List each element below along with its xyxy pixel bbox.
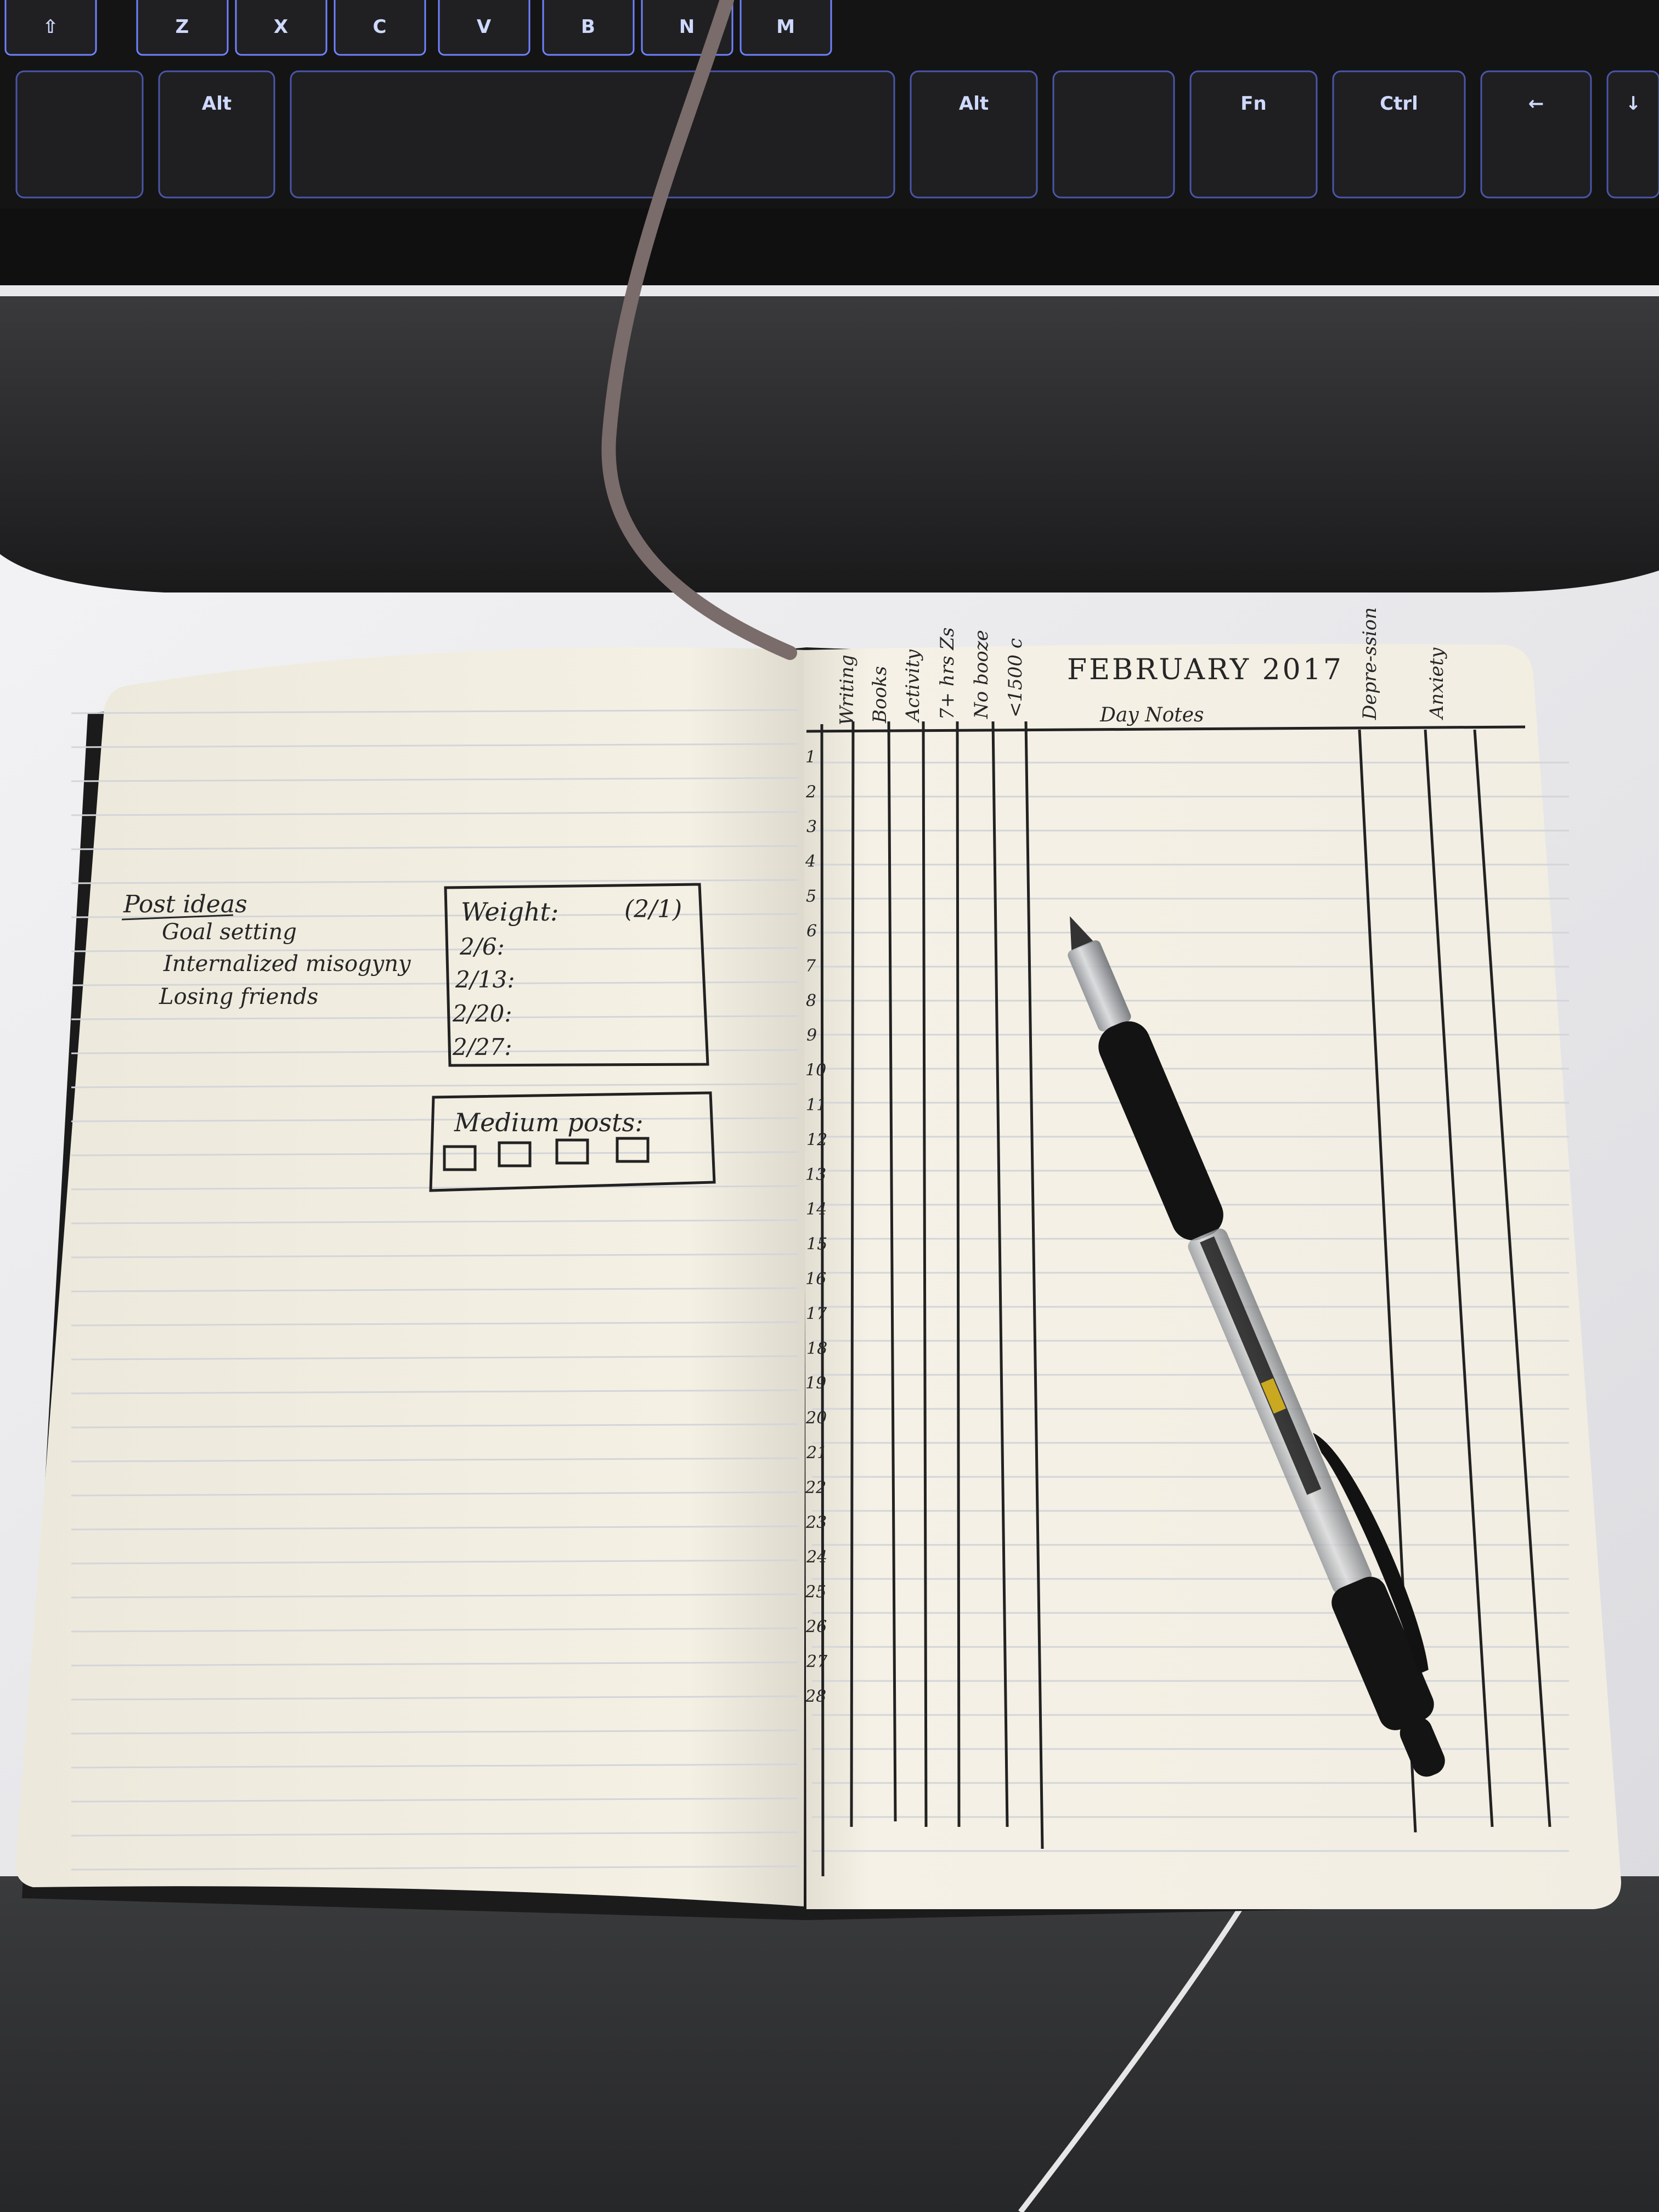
keyboard-key[interactable]: V xyxy=(438,0,531,56)
column-header-writing: Writing xyxy=(836,654,858,725)
day-number: 4 xyxy=(805,852,816,871)
day-number: 20 xyxy=(805,1409,827,1428)
keyboard-key[interactable]: Fn xyxy=(1189,70,1318,199)
key-label: ← xyxy=(1528,93,1544,115)
column-header-depression: Depre-ssion xyxy=(1359,607,1381,720)
floor xyxy=(0,1876,1659,2212)
day-number: 19 xyxy=(805,1374,826,1393)
key-label: Z xyxy=(176,16,189,38)
photo-scene: ⇧ Z X C V B N M Alt Alt Fn Ctrl ← ↓ Post ideas Goal s… xyxy=(0,0,1659,2212)
day-number: 26 xyxy=(805,1617,827,1637)
weight-date: 2/13: xyxy=(455,966,515,993)
key-label: N xyxy=(679,16,695,38)
key-label: Alt xyxy=(959,93,989,115)
keyboard-key[interactable]: ← xyxy=(1480,70,1592,199)
weight-start: (2/1) xyxy=(624,895,682,923)
keyboard: ⇧ Z X C V B N M Alt Alt Fn Ctrl ← ↓ xyxy=(0,0,1659,285)
day-number: 18 xyxy=(806,1339,827,1358)
column-header-anxiety: Anxiety xyxy=(1426,647,1448,720)
keyboard-key[interactable]: Alt xyxy=(158,70,275,199)
post-idea-item: Goal setting xyxy=(162,919,297,945)
key-label: Alt xyxy=(202,93,232,115)
tracker-column-line xyxy=(956,721,961,1827)
day-number: 16 xyxy=(805,1269,826,1289)
day-number: 11 xyxy=(806,1096,827,1115)
key-label: V xyxy=(477,16,492,38)
day-number: 8 xyxy=(806,991,816,1011)
day-number: 17 xyxy=(806,1304,827,1323)
key-label: B xyxy=(581,16,595,38)
weight-date: 2/20: xyxy=(452,1000,512,1027)
day-number: 14 xyxy=(806,1200,827,1219)
keyboard-key[interactable]: ⇧ xyxy=(4,0,97,56)
post-idea-item: Losing friends xyxy=(159,984,318,1009)
day-number: 10 xyxy=(805,1061,826,1080)
day-number: 13 xyxy=(805,1165,826,1184)
post-idea-item: Internalized misogyny xyxy=(163,951,411,977)
month-title: FEBRUARY 2017 xyxy=(1067,653,1344,686)
day-number: 23 xyxy=(805,1513,827,1532)
keyboard-key[interactable] xyxy=(290,70,895,199)
keyboard-key[interactable]: Z xyxy=(136,0,229,56)
column-header-activity: Activity xyxy=(902,649,924,723)
tracker-column-line xyxy=(850,721,855,1827)
day-number: 5 xyxy=(806,887,816,906)
day-number: 9 xyxy=(806,1026,817,1045)
day-notes-label: Day Notes xyxy=(1099,704,1204,726)
key-label: X xyxy=(274,16,288,38)
keyboard-key[interactable]: C xyxy=(334,0,426,56)
keyboard-key[interactable] xyxy=(15,70,144,199)
day-number: 6 xyxy=(806,922,817,941)
column-header-no-booze: No booze xyxy=(970,630,992,719)
day-number: 25 xyxy=(805,1583,826,1602)
keyboard-key[interactable] xyxy=(1052,70,1175,199)
day-number: 2 xyxy=(805,782,816,802)
medium-posts-title: Medium posts: xyxy=(454,1108,644,1137)
day-number: 21 xyxy=(806,1443,827,1463)
wrist-rest xyxy=(0,296,1659,592)
day-number: 7 xyxy=(805,956,816,975)
key-label: Ctrl xyxy=(1380,93,1418,115)
keyboard-key[interactable]: Ctrl xyxy=(1332,70,1466,199)
weight-date: 2/6: xyxy=(459,933,505,960)
column-header-sleep: 7+ hrs Zs xyxy=(936,628,958,720)
key-label: Fn xyxy=(1240,93,1266,115)
keyboard-key[interactable]: B xyxy=(542,0,635,56)
column-header-calories: <1500 c xyxy=(1005,638,1026,718)
keyboard-key[interactable]: X xyxy=(235,0,328,56)
left-page xyxy=(15,647,806,1906)
day-number: 1 xyxy=(805,748,816,767)
day-number: 12 xyxy=(806,1130,827,1149)
day-number: 24 xyxy=(806,1548,827,1567)
day-number: 22 xyxy=(805,1478,826,1497)
key-label: M xyxy=(776,16,795,38)
keyboard-key[interactable]: ↓ xyxy=(1606,70,1659,199)
weight-date: 2/27: xyxy=(452,1034,512,1060)
column-header-books: Books xyxy=(869,666,891,724)
day-number: 15 xyxy=(806,1235,827,1254)
day-number: 28 xyxy=(805,1687,826,1706)
keyboard-key[interactable]: Alt xyxy=(910,70,1038,199)
day-number: 27 xyxy=(806,1652,828,1671)
keyboard-key[interactable]: M xyxy=(740,0,832,56)
day-number: 3 xyxy=(806,817,817,837)
post-ideas-title: Post ideas xyxy=(123,890,247,918)
weight-title: Weight: xyxy=(461,897,559,927)
key-label: ↓ xyxy=(1626,93,1641,115)
key-label: ⇧ xyxy=(43,16,59,38)
key-label: C xyxy=(373,16,387,38)
